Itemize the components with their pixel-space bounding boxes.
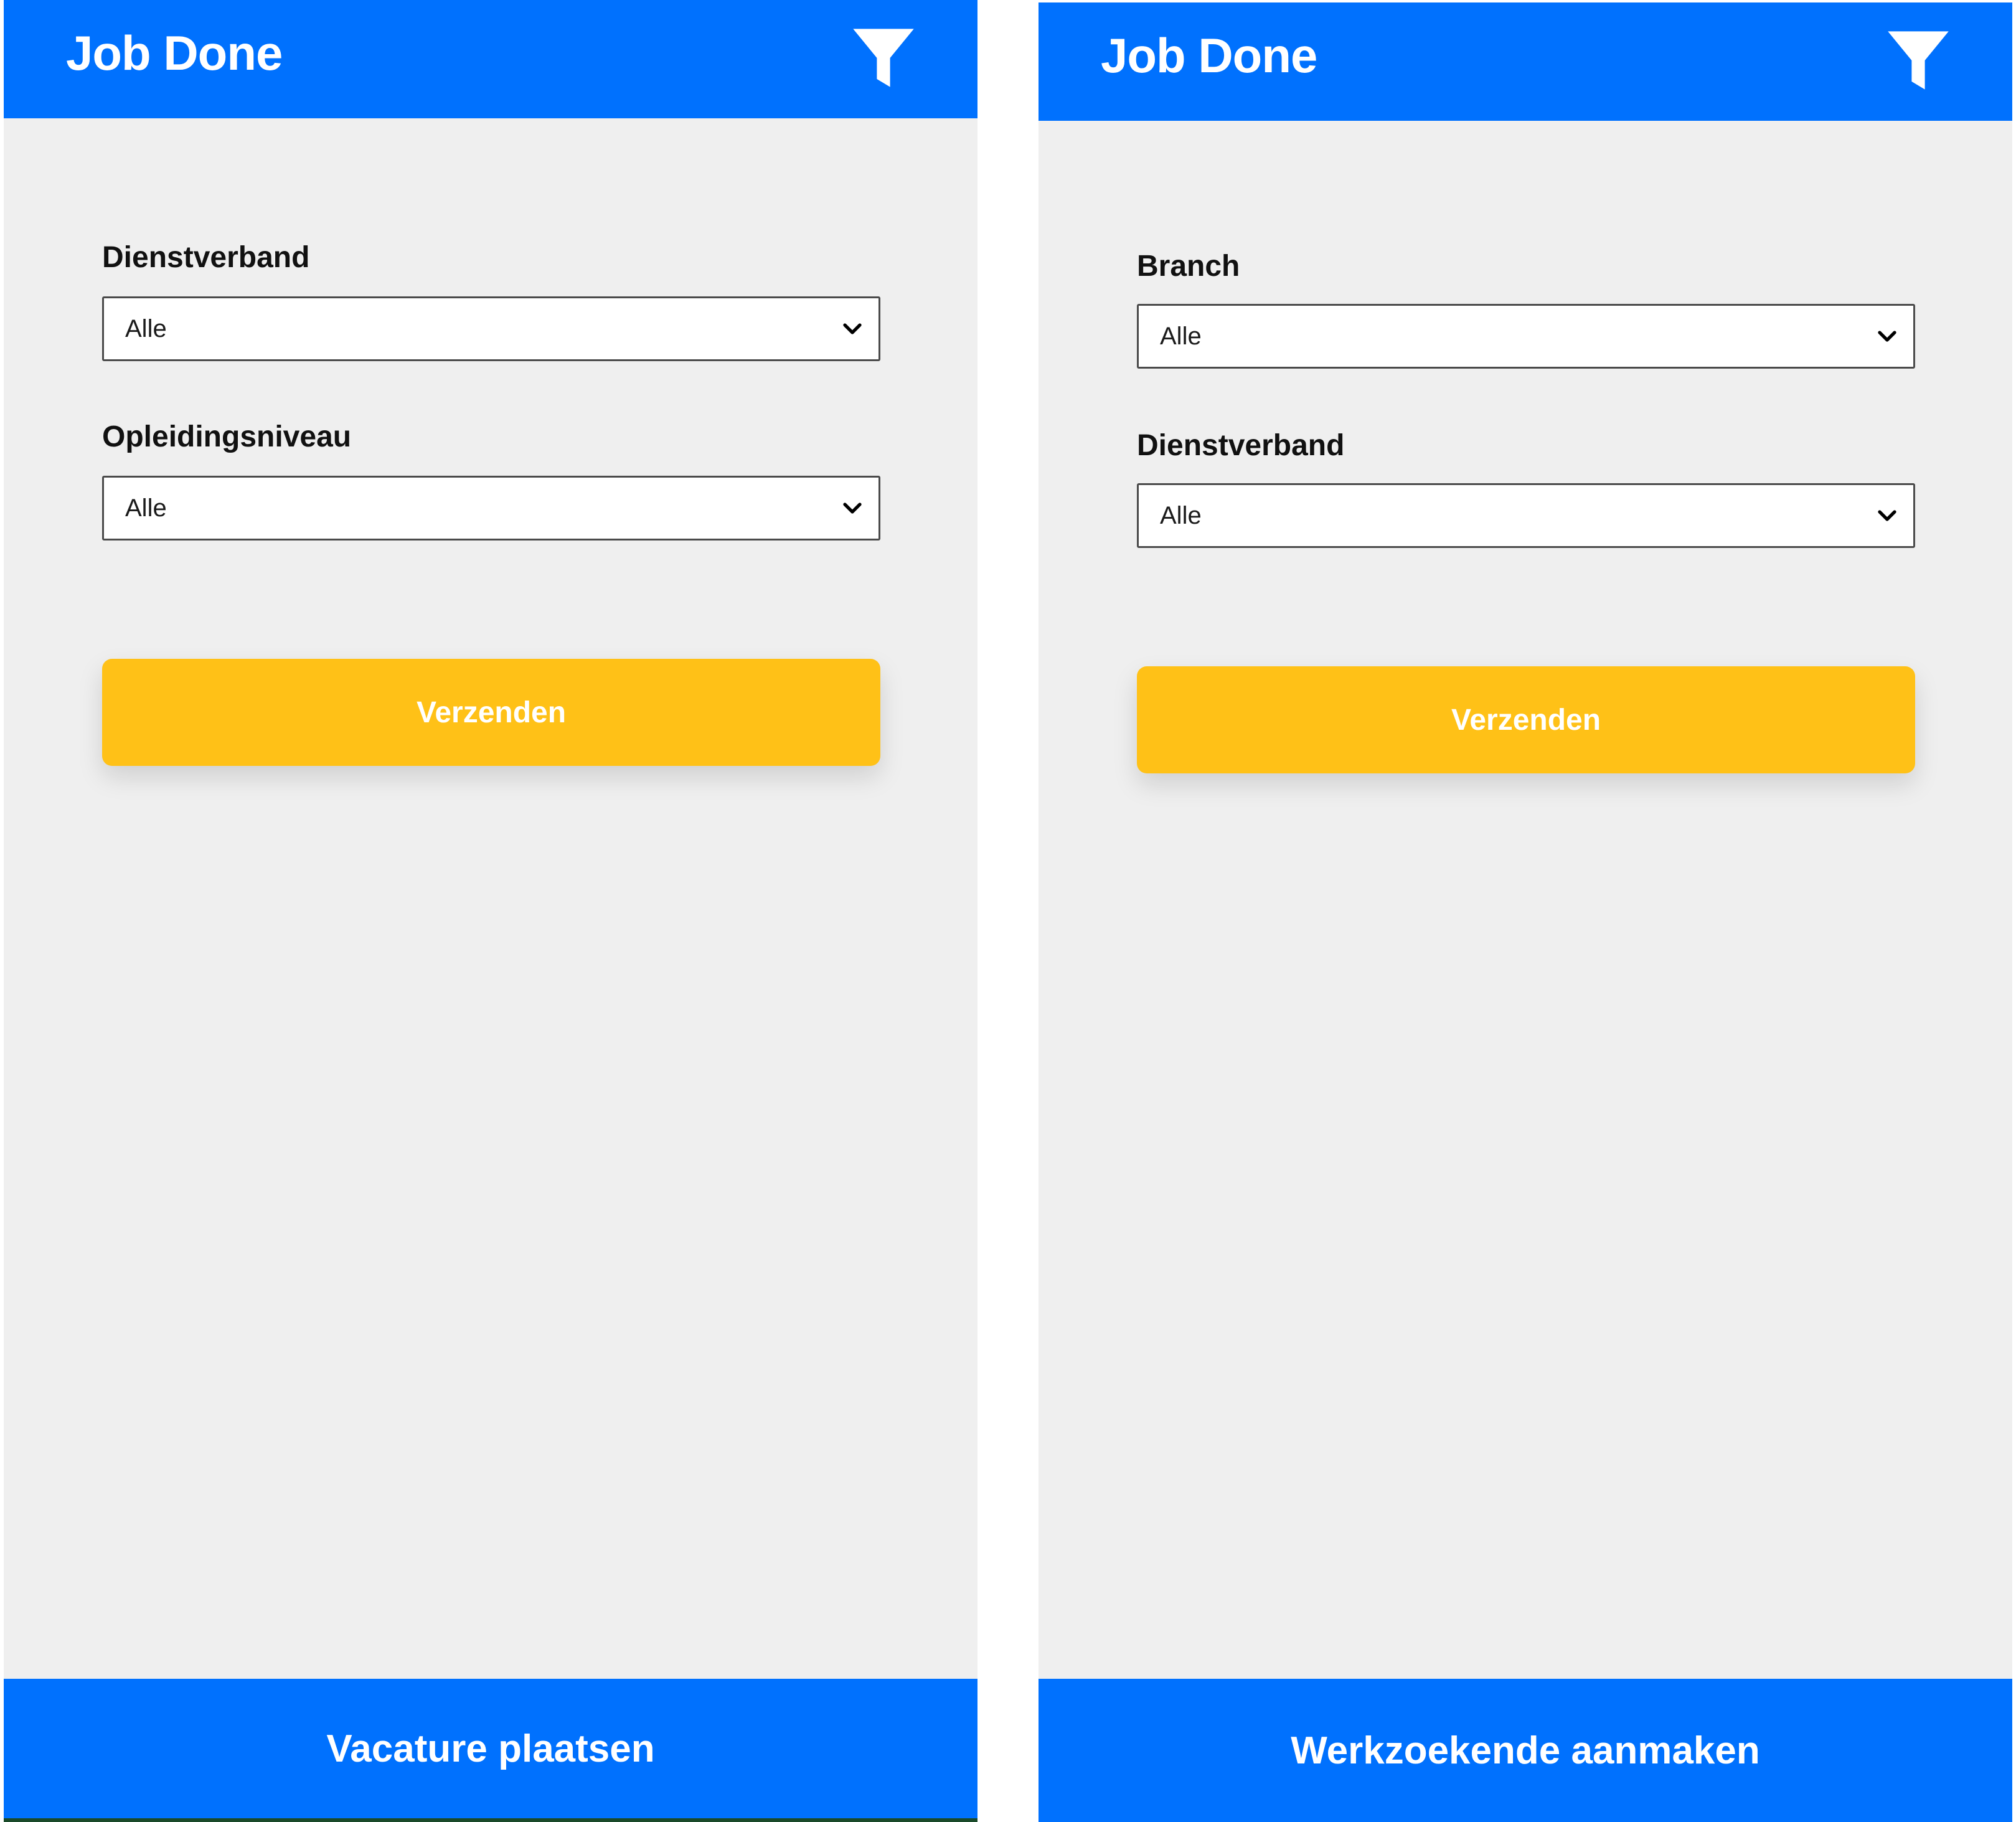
chevron-down-icon	[841, 497, 864, 519]
branch-select[interactable]: Alle	[1137, 304, 1915, 369]
chevron-down-icon	[841, 318, 864, 340]
dienstverband-value: Alle	[125, 314, 167, 342]
opleidingsniveau-select[interactable]: Alle	[102, 476, 880, 540]
opleidingsniveau-label: Opleidingsniveau	[102, 420, 352, 453]
verzenden-button[interactable]: Verzenden	[102, 659, 880, 766]
filter-funnel-icon	[1888, 31, 1949, 90]
chevron-down-icon	[1876, 504, 1898, 527]
app-header: Job Done	[1039, 2, 2012, 121]
app-title: Job Done	[1101, 28, 1317, 83]
app-title: Job Done	[66, 26, 283, 80]
filter-button[interactable]	[1884, 26, 1952, 95]
verzenden-button[interactable]: Verzenden	[1137, 666, 1915, 773]
werkzoekende-aanmaken-button[interactable]: Werkzoekende aanmaken	[1039, 1679, 2012, 1822]
branch-value: Alle	[1160, 322, 1202, 350]
branch-label: Branch	[1137, 250, 1240, 283]
right-screen: Job Done Branch Alle Dienstverband Alle …	[1039, 2, 2012, 1822]
app-header: Job Done	[4, 0, 977, 118]
opleidingsniveau-value: Alle	[125, 494, 167, 522]
left-screen: Job Done Dienstverband Alle Opleidingsni…	[4, 0, 977, 1822]
filter-button[interactable]	[849, 24, 918, 92]
filter-funnel-icon	[853, 29, 914, 87]
dienstverband-select[interactable]: Alle	[1137, 483, 1915, 548]
dienstverband-label: Dienstverband	[102, 241, 310, 274]
dienstverband-label: Dienstverband	[1137, 429, 1345, 462]
chevron-down-icon	[1876, 325, 1898, 347]
dienstverband-select[interactable]: Alle	[102, 296, 880, 361]
vacature-plaatsen-button[interactable]: Vacature plaatsen	[4, 1679, 977, 1822]
dienstverband-value: Alle	[1160, 501, 1202, 529]
